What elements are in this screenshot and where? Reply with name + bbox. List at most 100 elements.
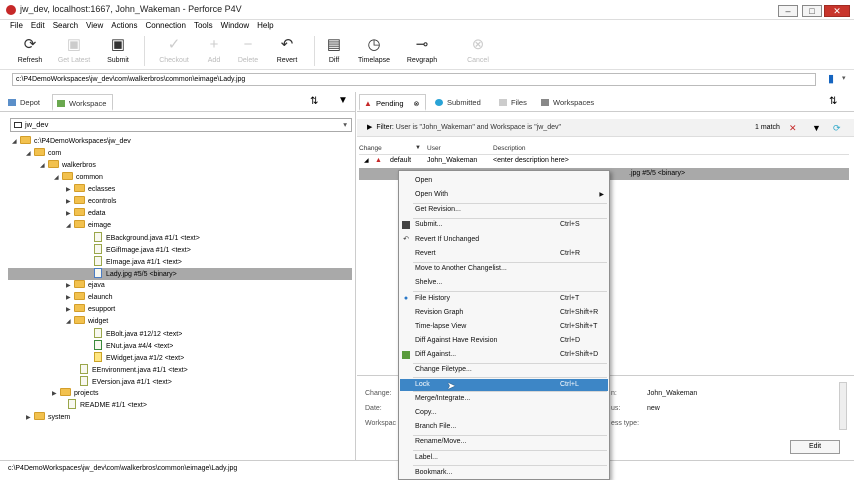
scrollbar[interactable] xyxy=(839,382,847,430)
tree-item[interactable]: ▶ eclasses xyxy=(66,184,115,196)
folder-icon xyxy=(62,172,73,180)
tab-workspaces[interactable]: Workspaces xyxy=(537,94,600,111)
tree-item[interactable]: ▶ edata xyxy=(66,208,106,220)
menu-item-revert[interactable]: Revert Ctrl+R xyxy=(400,248,608,260)
menu-item-copy[interactable]: Copy... xyxy=(400,407,608,419)
menu-item-shelve[interactable]: Shelve... xyxy=(400,277,608,289)
menu-item-submit[interactable]: Submit... Ctrl+S xyxy=(400,219,608,231)
tab-pending[interactable]: ▲ Pending ⊗ xyxy=(359,94,427,111)
diff-button[interactable]: ▤ Diff xyxy=(312,34,356,64)
file-icon xyxy=(80,364,88,374)
menu-item-label[interactable]: Label... xyxy=(400,452,608,464)
checkout-button[interactable]: ✓ Checkout xyxy=(152,34,196,64)
menu-view[interactable]: View xyxy=(82,20,107,32)
close-button[interactable]: ✕ xyxy=(824,5,850,17)
refresh-button[interactable]: ⟳ Refresh xyxy=(8,34,52,64)
workspace-select[interactable]: jw_dev xyxy=(10,118,352,132)
filter-icon[interactable]: ▼ xyxy=(338,95,348,106)
sort-icon[interactable]: ⇅ xyxy=(310,96,318,107)
address-bar[interactable]: c:\P4DemoWorkspaces\jw_dev\com\walkerbro… xyxy=(12,73,816,86)
file-icon xyxy=(94,244,102,254)
bookmark-icon[interactable]: ▮ xyxy=(828,72,834,85)
tree-item[interactable]: ▶ system xyxy=(26,412,70,424)
chevron-down-icon[interactable]: ▾ xyxy=(842,74,846,82)
menu-item-revert-if-unchanged[interactable]: ↶ Revert If Unchanged xyxy=(400,234,608,246)
tree-item[interactable]: ◢ c:\P4DemoWorkspaces\jw_dev xyxy=(12,136,131,148)
menu-item-move-changelist[interactable]: Move to Another Changelist... xyxy=(400,263,608,275)
tree-item[interactable]: EEnvironment.java #1/1 <text> xyxy=(80,364,188,376)
col-user[interactable]: User xyxy=(427,145,441,152)
tree-item[interactable]: EBackground.java #1/1 <text> xyxy=(94,232,200,244)
folder-icon xyxy=(34,148,45,156)
tree-item[interactable]: ▶ econtrols xyxy=(66,196,116,208)
tree-item[interactable]: ◢ com xyxy=(26,148,61,160)
tree-item[interactable]: EWidget.java #1/2 <text> xyxy=(94,352,184,364)
file-icon xyxy=(94,256,102,266)
tree-item[interactable]: EVersion.java #1/1 <text> xyxy=(80,376,172,388)
tree-item[interactable]: ◢ widget xyxy=(66,316,108,328)
tree-item[interactable]: ◢ walkerbros xyxy=(40,160,96,172)
timelapse-button[interactable]: ◷ Timelapse xyxy=(352,34,396,64)
submit-button[interactable]: ▣ Submit xyxy=(96,34,140,64)
tree-item[interactable]: EBolt.java #12/12 <text> xyxy=(94,328,182,340)
menu-connection[interactable]: Connection xyxy=(141,20,189,32)
tree-item[interactable]: ▶ elaunch xyxy=(66,292,113,304)
tree-item[interactable]: EGifImage.java #1/1 <text> xyxy=(94,244,191,256)
menu-actions[interactable]: Actions xyxy=(107,20,141,32)
refresh-icon[interactable]: ⟳ xyxy=(833,119,841,137)
get-latest-button[interactable]: ▣ Get Latest xyxy=(52,34,96,64)
menu-item-change-filetype[interactable]: Change Filetype... xyxy=(400,364,608,376)
folder-icon xyxy=(60,388,71,396)
tree-item[interactable]: ▶ esupport xyxy=(66,304,115,316)
clear-filter-icon[interactable]: ✕ xyxy=(789,119,797,137)
tree-item[interactable]: ▶ ejava xyxy=(66,280,105,292)
menu-tools[interactable]: Tools xyxy=(190,20,217,32)
sort-desc-icon: ▼ xyxy=(415,145,421,151)
tree-item[interactable]: ◢ common xyxy=(54,172,103,184)
window-title: jw_dev, localhost:1667, John_Wakeman - P… xyxy=(20,4,242,14)
menu-item-file-history[interactable]: ● File History Ctrl+T xyxy=(400,293,608,305)
edit-button[interactable]: Edit xyxy=(790,440,840,454)
menu-search[interactable]: Search xyxy=(49,20,82,32)
changelist-row[interactable]: ◢ ▲ default John_Wakeman <enter descript… xyxy=(359,155,849,167)
menu-item-lock[interactable]: Lock Ctrl+L xyxy=(400,379,608,391)
tree-item[interactable]: ENut.java #4/4 <text> xyxy=(94,340,173,352)
tree-item[interactable]: EImage.java #1/1 <text> xyxy=(94,256,182,268)
sort-icon[interactable]: ⇅ xyxy=(829,96,837,107)
menu-edit[interactable]: Edit xyxy=(27,20,49,32)
tab-submitted[interactable]: Submitted xyxy=(431,94,487,111)
delete-button[interactable]: − Delete xyxy=(226,34,270,64)
menu-item-open-with[interactable]: Open With ▶ xyxy=(400,189,608,201)
context-menu: Open Open With ▶ Get Revision... Submit..… xyxy=(398,170,610,480)
menu-item-bookmark[interactable]: Bookmark... xyxy=(400,467,608,479)
menu-help[interactable]: Help xyxy=(253,20,277,32)
tab-workspace[interactable]: Workspace xyxy=(52,94,114,111)
menu-item-time-lapse[interactable]: Time-lapse View Ctrl+Shift+T xyxy=(400,321,608,333)
maximize-button[interactable]: □ xyxy=(802,5,822,17)
menu-item-revision-graph[interactable]: Revision Graph Ctrl+Shift+R xyxy=(400,307,608,319)
menu-item-diff-have[interactable]: Diff Against Have Revision Ctrl+D xyxy=(400,335,608,347)
folder-icon xyxy=(74,292,85,300)
menu-item-diff-against[interactable]: Diff Against... Ctrl+Shift+D xyxy=(400,349,608,361)
menu-window[interactable]: Window xyxy=(217,20,253,32)
menu-item-open[interactable]: Open xyxy=(400,175,608,187)
tab-depot[interactable]: Depot xyxy=(4,94,46,111)
tab-files[interactable]: Files xyxy=(495,94,533,111)
collapse-arrow-icon[interactable]: ▶ xyxy=(367,124,372,131)
menu-item-rename-move[interactable]: Rename/Move... xyxy=(400,436,608,448)
revgraph-button[interactable]: ⊸ Revgraph xyxy=(400,34,444,64)
menu-item-get-revision[interactable]: Get Revision... xyxy=(400,204,608,216)
col-change[interactable]: Change xyxy=(359,145,382,152)
menu-file[interactable]: File xyxy=(6,20,27,32)
close-tab-icon[interactable]: ⊗ xyxy=(414,101,420,108)
revert-button[interactable]: ↶ Revert xyxy=(265,34,309,64)
col-description[interactable]: Description xyxy=(493,145,526,152)
menu-item-merge-integrate[interactable]: Merge/Integrate... xyxy=(400,393,608,405)
filter-icon[interactable]: ▼ xyxy=(812,119,821,137)
tree-item-selected[interactable]: Lady.jpg #5/5 <binary> xyxy=(8,268,352,280)
tree-item[interactable]: ◢ eimage xyxy=(66,220,111,232)
minimize-button[interactable]: – xyxy=(778,5,798,17)
menu-item-branch-file[interactable]: Branch File... xyxy=(400,421,608,433)
cancel-button[interactable]: ⊗ Cancel xyxy=(456,34,500,64)
tree-item[interactable]: README #1/1 <text> xyxy=(68,399,147,411)
